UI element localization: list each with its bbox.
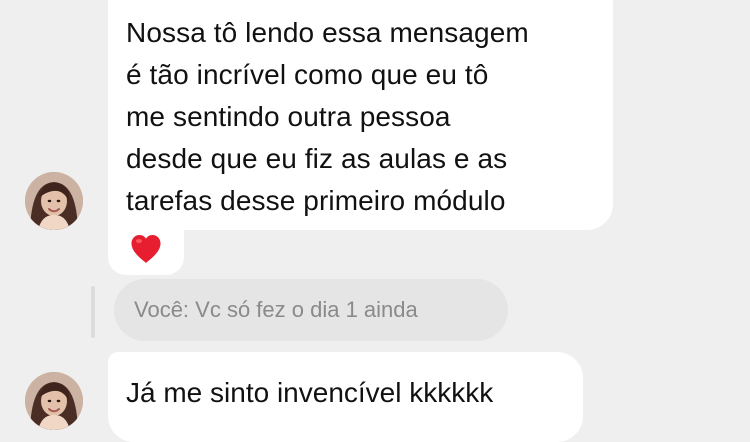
message-text-line: desde que eu fiz as aulas e as <box>126 143 508 174</box>
message-text-line: tarefas desse primeiro módulo <box>126 185 506 216</box>
message-text-line: é tão incrível como que eu tô <box>126 59 489 90</box>
heart-icon <box>131 235 161 263</box>
incoming-message-bubble[interactable]: Já me sinto invencível kkkkkk <box>108 352 583 442</box>
message-text: Já me sinto invencível kkkkkk <box>126 377 494 408</box>
incoming-message-bubble[interactable]: Nossa tô lendo essa mensagem é tão incrí… <box>108 0 613 230</box>
reply-indicator-line <box>91 286 95 338</box>
message-text-line: me sentindo outra pessoa <box>126 101 451 132</box>
chat-thread: Nossa tô lendo essa mensagem é tão incrí… <box>0 0 750 442</box>
reaction-badge[interactable] <box>108 223 184 275</box>
avatar[interactable] <box>25 172 83 230</box>
avatar[interactable] <box>25 372 83 430</box>
replied-message-preview[interactable]: Você: Vc só fez o dia 1 ainda <box>114 279 508 341</box>
message-text-line: Nossa tô lendo essa mensagem <box>126 17 529 48</box>
